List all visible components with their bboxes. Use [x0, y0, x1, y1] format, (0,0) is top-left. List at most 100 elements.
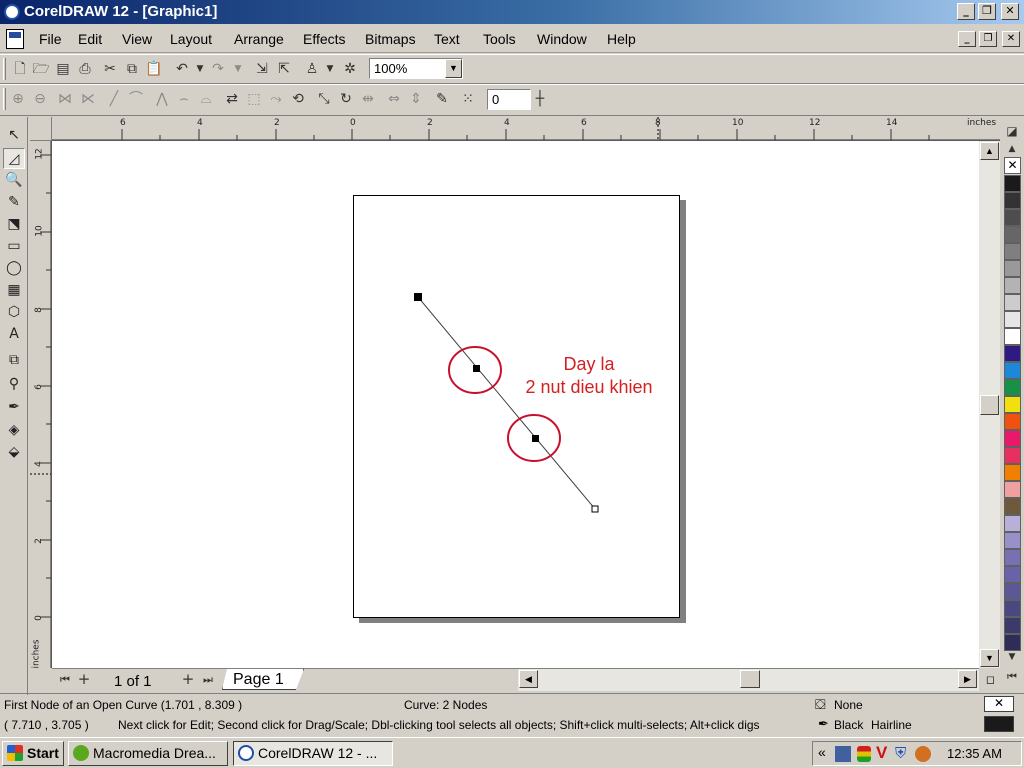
to-curve-icon[interactable]: ⌒: [126, 89, 146, 109]
delete-node-icon[interactable]: ⊖: [30, 89, 50, 109]
color-swatch[interactable]: [1004, 566, 1021, 583]
color-swatch[interactable]: [1004, 277, 1021, 294]
color-swatch[interactable]: [1004, 481, 1021, 498]
doc-close-button[interactable]: ✕: [1002, 31, 1020, 47]
extend-curve-icon[interactable]: ⬚: [244, 89, 264, 109]
control-node-2[interactable]: [532, 435, 539, 442]
tray-app-icon[interactable]: [915, 746, 931, 762]
smart-fill-tool-icon[interactable]: ⬔: [3, 214, 25, 235]
extract-subpath-icon[interactable]: ⤳: [266, 89, 286, 109]
horizontal-scrollbar[interactable]: ◀ ▶: [518, 668, 979, 691]
fill-tool-icon[interactable]: ◈: [3, 420, 25, 441]
cusp-node-icon[interactable]: ⋀: [152, 89, 172, 109]
elastic-mode-icon[interactable]: ✎: [432, 89, 452, 109]
vertical-ruler[interactable]: 12 10 8 6 4 2 0 inches: [30, 141, 52, 669]
color-swatch[interactable]: [1004, 413, 1021, 430]
scroll-down-button[interactable]: ▼: [980, 649, 999, 667]
launcher-dropdown-icon[interactable]: ▼: [320, 59, 340, 79]
pick-tool-icon[interactable]: ↖: [3, 125, 25, 146]
menu-bitmaps[interactable]: Bitmaps: [365, 31, 416, 47]
color-swatch[interactable]: [1004, 345, 1021, 362]
menu-window[interactable]: Window: [537, 31, 587, 47]
undo-dropdown-icon[interactable]: ▼: [190, 59, 210, 79]
undo-icon[interactable]: ↶: [172, 59, 192, 79]
interactive-fill-tool-icon[interactable]: ⬙: [3, 442, 25, 463]
horizontal-scroll-thumb[interactable]: [740, 670, 760, 688]
palette-flyout-icon[interactable]: ◪: [1002, 121, 1022, 141]
join-nodes-icon[interactable]: ⋈: [55, 89, 75, 109]
menu-tools[interactable]: Tools: [483, 31, 516, 47]
last-node[interactable]: [591, 505, 599, 513]
color-swatch[interactable]: [1004, 447, 1021, 464]
horizontal-reflect-icon[interactable]: ⇔: [384, 89, 404, 109]
color-swatch[interactable]: [1004, 243, 1021, 260]
menu-effects[interactable]: Effects: [303, 31, 346, 47]
property-bar-grip[interactable]: [3, 88, 6, 110]
color-swatch[interactable]: [1004, 260, 1021, 277]
color-swatch[interactable]: [1004, 192, 1021, 209]
doc-minimize-button[interactable]: _: [958, 31, 976, 47]
tray-expand-button[interactable]: «: [818, 744, 826, 760]
vertical-reflect-icon[interactable]: ⇕: [406, 89, 426, 109]
control-node-1[interactable]: [473, 365, 480, 372]
color-swatch[interactable]: [1004, 617, 1021, 634]
scroll-up-button[interactable]: ▲: [980, 142, 999, 160]
smoothness-slider-icon[interactable]: ┼: [530, 89, 550, 109]
ruler-origin-corner[interactable]: [30, 117, 52, 141]
color-swatch[interactable]: [1004, 549, 1021, 566]
palette-scroll-up-icon[interactable]: ▲: [1002, 139, 1022, 159]
palette-scroll-down-icon[interactable]: ▼: [1002, 647, 1022, 667]
color-swatch[interactable]: [1004, 430, 1021, 447]
no-color-swatch[interactable]: ✕: [1004, 157, 1021, 174]
color-swatch[interactable]: [1004, 396, 1021, 413]
outline-tool-icon[interactable]: ✒: [3, 397, 25, 418]
redo-dropdown-icon[interactable]: ▼: [228, 59, 248, 79]
curve-smoothness-field[interactable]: 0: [487, 89, 531, 110]
align-nodes-icon[interactable]: ⇹: [358, 89, 378, 109]
shield-tray-icon[interactable]: ⛨: [895, 745, 906, 762]
application-launcher-icon[interactable]: ♙: [302, 59, 322, 79]
horizontal-ruler[interactable]: 6 4 2 0 2 4 6 8 10 12 14 inches: [52, 117, 1000, 141]
color-swatch[interactable]: [1004, 583, 1021, 600]
color-swatch[interactable]: [1004, 379, 1021, 396]
coreldraw-app-icon[interactable]: [4, 4, 20, 20]
auto-close-icon[interactable]: ⟲: [288, 89, 308, 109]
paste-icon[interactable]: 📋: [144, 59, 164, 79]
rectangle-tool-icon[interactable]: ▭: [3, 236, 25, 257]
color-swatch[interactable]: [1004, 600, 1021, 617]
menu-view[interactable]: View: [122, 31, 152, 47]
menu-help[interactable]: Help: [607, 31, 636, 47]
start-button[interactable]: Start: [2, 741, 64, 766]
color-swatch[interactable]: [1004, 311, 1021, 328]
first-page-button[interactable]: ⏮: [55, 670, 75, 690]
color-swatch[interactable]: [1004, 515, 1021, 532]
color-swatch[interactable]: [1004, 362, 1021, 379]
zoom-tool-icon[interactable]: 🔍: [3, 170, 25, 191]
clock[interactable]: 12:35 AM: [947, 746, 1002, 761]
stretch-nodes-icon[interactable]: ⤡: [314, 89, 334, 109]
vertical-scrollbar[interactable]: ▲ ▼: [979, 141, 1000, 668]
color-swatch[interactable]: [1004, 175, 1021, 192]
close-button[interactable]: ✕: [1001, 3, 1019, 20]
scroll-right-button[interactable]: ▶: [958, 670, 977, 688]
minimize-button[interactable]: _: [957, 3, 975, 20]
drawing-canvas[interactable]: Day la 2 nut dieu khien: [52, 141, 979, 668]
zoom-dropdown-icon[interactable]: ▼: [445, 59, 462, 78]
text-tool-icon[interactable]: A: [3, 324, 25, 345]
import-icon[interactable]: ⇲: [252, 59, 272, 79]
color-swatch[interactable]: [1004, 498, 1021, 515]
copy-icon[interactable]: ⧉: [122, 59, 142, 79]
color-swatch[interactable]: [1004, 328, 1021, 345]
traffic-light-tray-icon[interactable]: [857, 746, 871, 762]
interactive-blend-tool-icon[interactable]: ⧉: [3, 350, 25, 371]
select-all-nodes-icon[interactable]: ⁙: [458, 89, 478, 109]
ellipse-tool-icon[interactable]: ◯: [3, 258, 25, 279]
cut-icon[interactable]: ✂: [100, 59, 120, 79]
new-document-icon[interactable]: 🗋: [10, 59, 30, 79]
to-line-icon[interactable]: ╱: [104, 89, 124, 109]
antivirus-v-tray-icon[interactable]: V: [876, 743, 887, 763]
document-icon[interactable]: [6, 29, 24, 49]
symmetrical-node-icon[interactable]: ⌓: [196, 89, 216, 109]
corel-online-icon[interactable]: ✲: [340, 59, 360, 79]
graph-paper-tool-icon[interactable]: ▦: [3, 280, 25, 301]
